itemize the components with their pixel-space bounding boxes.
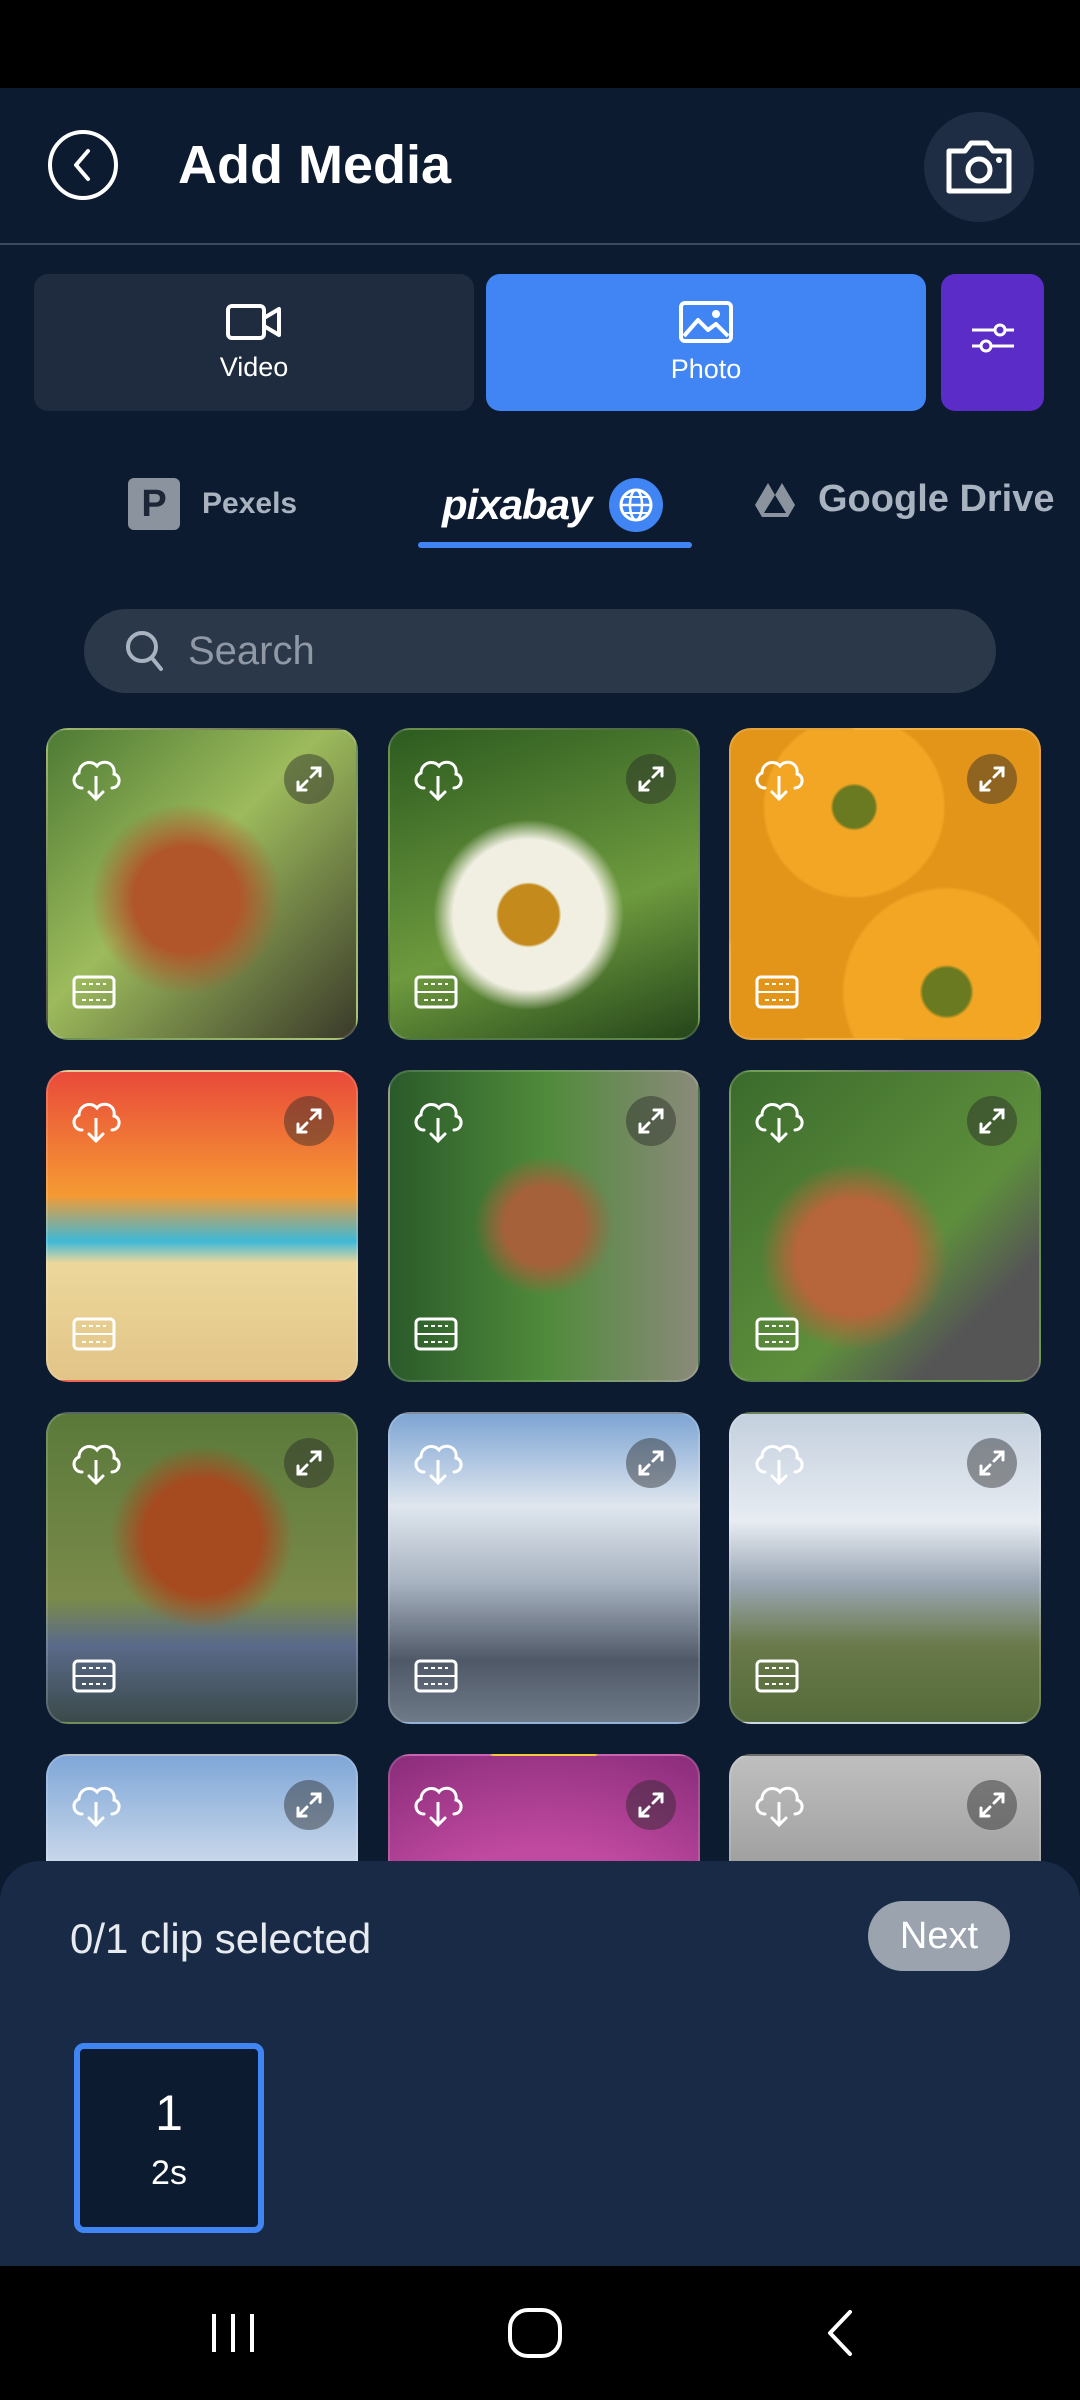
cloud-download-icon[interactable] [68,1438,124,1493]
cloud-download-icon[interactable] [410,1780,466,1835]
media-tile-beach-illustration[interactable] [46,1070,358,1382]
media-type-icon [72,1659,116,1698]
camera-icon [946,140,1012,194]
next-button[interactable]: Next [868,1901,1010,1971]
media-tile-squirrel[interactable] [46,728,358,1040]
media-tile-squirrel-feeder[interactable] [729,1070,1041,1382]
google-drive-icon [755,482,795,517]
cloud-download-icon[interactable] [751,1096,807,1151]
selection-panel: 0/1 clip selected Next 1 2s [0,1861,1080,2266]
media-type-icon [755,1317,799,1356]
recent-apps-icon[interactable] [206,2306,260,2360]
active-tab-indicator [418,542,692,548]
media-tile-yellow-flowers[interactable] [729,728,1041,1040]
video-tab-button[interactable]: Video [34,274,474,411]
media-type-selector: Video Photo [34,274,1046,411]
media-tile-foggy-birds[interactable] [729,1754,1041,1861]
pexels-logo: P [128,478,180,530]
cloud-download-icon[interactable] [410,1096,466,1151]
media-type-icon [414,1317,458,1356]
chevron-left-icon [74,149,90,181]
media-grid [0,728,1080,1861]
globe-icon [609,478,664,532]
media-tile-squirrel-drinking[interactable] [46,1412,358,1724]
home-icon[interactable] [506,2306,564,2360]
tab-google-drive[interactable]: Google Drive [754,478,1055,521]
media-tile-squirrel-birdhouse[interactable] [388,1070,700,1382]
search-icon [126,631,163,671]
status-bar [0,0,1080,88]
image-icon [679,301,733,343]
expand-icon[interactable] [967,1096,1017,1146]
media-type-icon [755,1659,799,1698]
cloud-download-icon[interactable] [68,754,124,809]
cloud-download-icon[interactable] [68,1096,124,1151]
expand-icon[interactable] [284,1780,334,1830]
clip-slot-duration: 2s [151,2153,187,2192]
tab-pixabay-label: pixabay [442,481,592,528]
clip-slot[interactable]: 1 2s [74,2043,264,2233]
page-title: Add Media [178,135,452,195]
search-bar[interactable] [84,609,996,693]
expand-icon[interactable] [626,754,676,804]
header: Add Media [0,88,1080,245]
media-type-icon [414,975,458,1014]
cloud-download-icon[interactable] [751,1438,807,1493]
clip-slot-number: 1 [155,2084,183,2141]
cloud-download-icon[interactable] [751,1780,807,1835]
selection-status: 0/1 clip selected [70,1915,372,1962]
media-type-icon [414,1659,458,1698]
media-type-icon [72,1317,116,1356]
tab-pexels[interactable]: P Pexels [128,478,297,530]
expand-icon[interactable] [284,1438,334,1488]
photo-tab-label: Photo [670,354,742,384]
cloud-download-icon[interactable] [68,1780,124,1835]
expand-icon[interactable] [284,754,334,804]
sliders-icon [971,323,1014,352]
back-nav-icon[interactable] [820,2306,860,2360]
back-button[interactable] [48,130,118,200]
video-tab-label: Video [219,352,289,382]
cloud-download-icon[interactable] [410,754,466,809]
cloud-download-icon[interactable] [751,754,807,809]
photo-tab-button[interactable]: Photo [486,274,926,411]
media-tile-snowy-mountains[interactable] [388,1412,700,1724]
expand-icon[interactable] [626,1096,676,1146]
expand-icon[interactable] [626,1780,676,1830]
tab-pixabay[interactable]: pixabay [442,478,664,532]
tab-pexels-label: Pexels [202,487,298,520]
media-tile-pink-flower[interactable] [388,1754,700,1861]
expand-icon[interactable] [967,1438,1017,1488]
expand-icon[interactable] [284,1096,334,1146]
media-type-icon [755,975,799,1014]
media-tile-glacier-valley[interactable] [729,1412,1041,1724]
camera-button[interactable] [924,112,1034,222]
media-tile-mountain-clouds[interactable] [46,1754,358,1861]
cloud-download-icon[interactable] [410,1438,466,1493]
search-input[interactable] [186,627,890,675]
media-type-icon [72,975,116,1014]
expand-icon[interactable] [967,1780,1017,1830]
expand-icon[interactable] [967,754,1017,804]
system-nav-bar [0,2266,1080,2400]
video-camera-icon [226,304,281,340]
expand-icon[interactable] [626,1438,676,1488]
tab-google-drive-label: Google Drive [818,478,1055,520]
media-tile-bee-flower[interactable] [388,728,700,1040]
filter-button[interactable] [941,274,1044,411]
source-tabs: P Pexels pixabay Google Drive [0,460,1080,560]
